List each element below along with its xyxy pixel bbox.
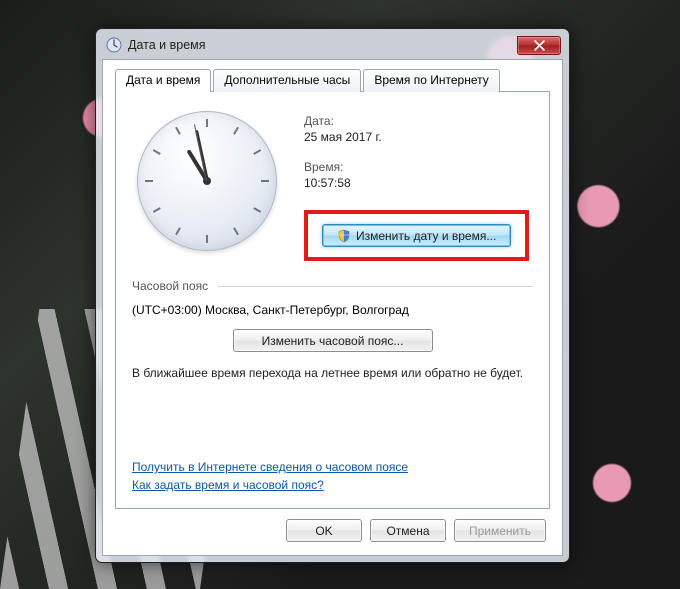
close-button[interactable] bbox=[517, 36, 561, 55]
button-label: Применить bbox=[469, 524, 531, 538]
tabstrip: Дата и время Дополнительные часы Время п… bbox=[115, 69, 550, 92]
button-label: Изменить часовой пояс... bbox=[262, 334, 404, 348]
tab-date-time[interactable]: Дата и время bbox=[115, 69, 211, 92]
tabpage-date-time: Дата: 25 мая 2017 г. Время: 10:57:58 Изм… bbox=[115, 91, 550, 509]
time-label: Время: bbox=[304, 160, 533, 174]
window-title: Дата и время bbox=[128, 38, 511, 52]
date-label: Дата: bbox=[304, 114, 533, 128]
timezone-section-label: Часовой пояс bbox=[132, 279, 208, 293]
dialog-buttons: OK Отмена Применить bbox=[115, 509, 550, 542]
change-timezone-button[interactable]: Изменить часовой пояс... bbox=[233, 329, 433, 352]
timezone-value: (UTC+03:00) Москва, Санкт-Петербург, Вол… bbox=[132, 303, 533, 317]
dst-note: В ближайшее время перехода на летнее вре… bbox=[132, 366, 533, 380]
tab-label: Время по Интернету bbox=[374, 73, 488, 87]
button-label: Изменить дату и время... bbox=[356, 229, 496, 243]
ok-button[interactable]: OK bbox=[286, 519, 362, 542]
tab-label: Дата и время bbox=[126, 73, 200, 87]
client-area: Дата и время Дополнительные часы Время п… bbox=[102, 59, 563, 556]
change-date-time-button[interactable]: Изменить дату и время... bbox=[322, 224, 511, 247]
divider bbox=[218, 286, 533, 287]
link-timezone-info[interactable]: Получить в Интернете сведения о часовом … bbox=[132, 460, 408, 474]
titlebar[interactable]: Дата и время bbox=[102, 35, 563, 59]
shield-icon bbox=[337, 229, 351, 243]
cancel-button[interactable]: Отмена bbox=[370, 519, 446, 542]
tab-internet-time[interactable]: Время по Интернету bbox=[363, 69, 499, 92]
date-time-dialog: Дата и время Дата и время Дополнительные… bbox=[95, 28, 570, 563]
time-value: 10:57:58 bbox=[304, 176, 533, 190]
tab-label: Дополнительные часы bbox=[224, 73, 350, 87]
button-label: OK bbox=[315, 524, 332, 538]
clock-icon bbox=[106, 37, 122, 53]
apply-button[interactable]: Применить bbox=[454, 519, 546, 542]
date-value: 25 мая 2017 г. bbox=[304, 130, 533, 144]
button-label: Отмена bbox=[386, 524, 429, 538]
analog-clock bbox=[132, 106, 282, 256]
highlight-box: Изменить дату и время... bbox=[304, 210, 529, 261]
tab-additional-clocks[interactable]: Дополнительные часы bbox=[213, 69, 361, 92]
link-how-to-set-time[interactable]: Как задать время и часовой пояс? bbox=[132, 478, 408, 492]
